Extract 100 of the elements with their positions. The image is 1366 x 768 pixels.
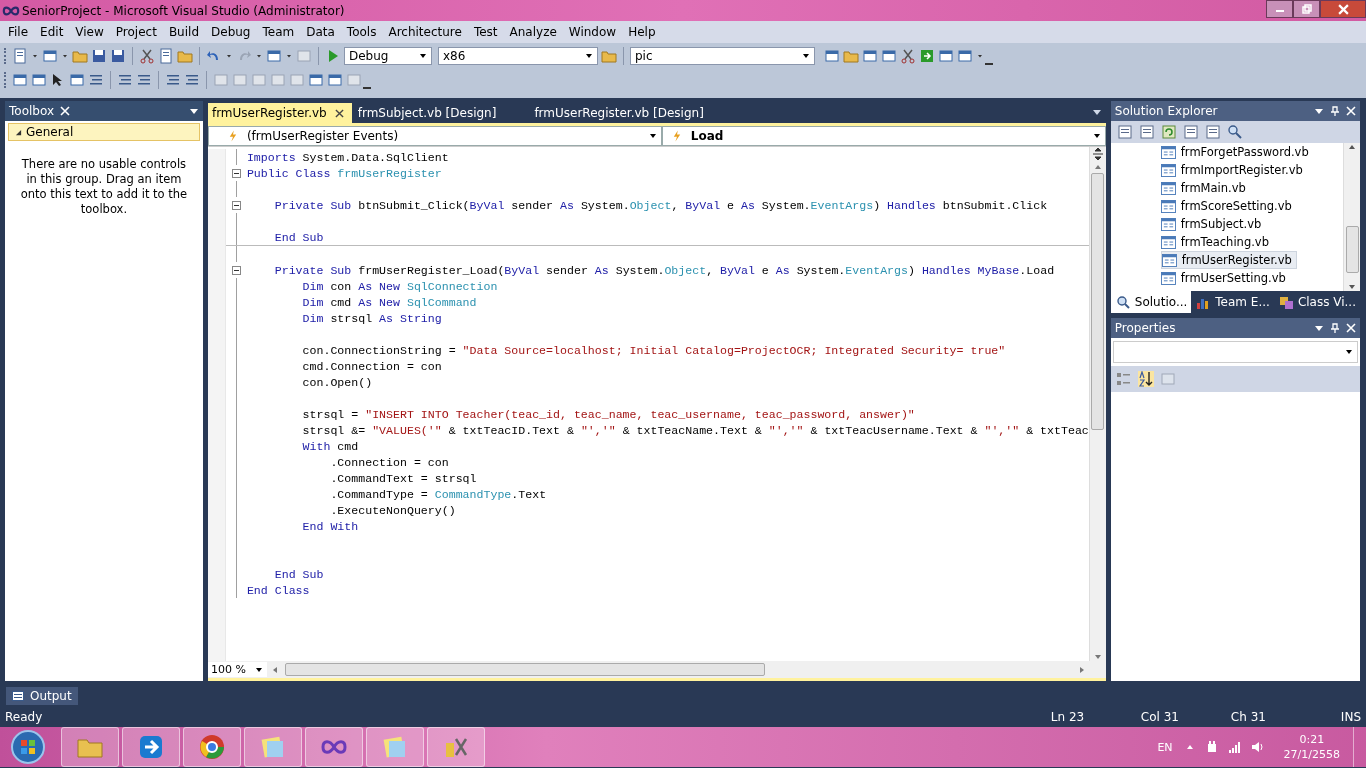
expander-icon[interactable]	[15, 128, 22, 136]
pin-icon[interactable]	[1330, 106, 1340, 116]
find-combobox[interactable]: pic	[630, 47, 815, 65]
code-line: End Sub	[273, 567, 324, 581]
panel-tab[interactable]: Team E...	[1191, 291, 1274, 313]
speaker-icon[interactable]	[1250, 740, 1265, 754]
start-button[interactable]	[10, 729, 46, 765]
menu-item[interactable]: File	[2, 25, 35, 39]
menu-item[interactable]: Analyze	[503, 25, 563, 39]
arrow-box-icon[interactable]	[919, 48, 935, 64]
code-line: con.Open()	[301, 375, 373, 389]
window-icon[interactable]	[31, 72, 47, 88]
code-line: Imports System.Data.SqlClient	[246, 150, 449, 164]
scroll-down-arrow[interactable]	[1093, 653, 1102, 661]
solution-file-entry[interactable]: frmTeaching.vb	[1160, 233, 1273, 251]
list-icon[interactable]	[88, 72, 104, 88]
solution-file-entry[interactable]: frmUserSetting.vb	[1160, 269, 1290, 287]
class-dropdown[interactable]: (frmUserRegister Events)	[207, 126, 662, 146]
solution-file-entry[interactable]: frmScoreSetting.vb	[1160, 197, 1296, 215]
menu-item[interactable]: View	[69, 25, 110, 39]
collapse-icon[interactable]	[231, 168, 241, 178]
window-icon[interactable]	[1182, 124, 1199, 140]
window-icon[interactable]	[938, 48, 954, 64]
panel-tab[interactable]: Solutio...	[1110, 291, 1192, 313]
solution-file-entry[interactable]: frmUserRegister.vb	[1160, 251, 1297, 269]
signal-bars-icon[interactable]	[1227, 740, 1242, 754]
up-arrow-icon[interactable]	[1185, 743, 1194, 751]
code-line: End With	[301, 519, 359, 533]
refresh-icon[interactable]	[1160, 124, 1177, 140]
taskbar-app-button[interactable]	[427, 727, 485, 767]
lightning-icon	[228, 130, 237, 142]
menu-item[interactable]: Build	[162, 25, 205, 39]
menu-item[interactable]: Window	[562, 25, 623, 39]
code-line: Dim cmd As New SqlCommand	[301, 295, 477, 309]
caret-icon[interactable]	[1314, 106, 1324, 116]
class-icon	[1277, 294, 1294, 310]
menu-item[interactable]: Architecture	[382, 25, 468, 39]
collapse-icon[interactable]	[231, 265, 241, 275]
code-line: .CommandType = CommandType.Text	[329, 487, 547, 501]
status-text: Ready	[5, 710, 43, 724]
caret-icon[interactable]	[1314, 323, 1324, 333]
solution-file-entry[interactable]: frmForgetPassword.vb	[1160, 143, 1313, 161]
form-file-icon	[1160, 217, 1176, 231]
clock[interactable]: 0:21 27/1/2558	[1283, 732, 1340, 762]
method-dropdown[interactable]: Load	[661, 126, 1106, 146]
menu-item[interactable]: Team	[256, 25, 301, 39]
document-tab[interactable]: frmSubject.vb [Design]	[353, 103, 505, 123]
form-file-icon	[1161, 253, 1177, 267]
menu-item[interactable]: Data	[300, 25, 341, 39]
restore-button[interactable]	[1293, 0, 1320, 18]
window-icon[interactable]	[1204, 124, 1221, 140]
toolbox-group[interactable]: General	[8, 123, 200, 141]
new-project-icon[interactable]	[12, 48, 28, 64]
menu-item[interactable]: Test	[467, 25, 504, 39]
code-line: strsql &= "VALUES('" & txtTeacID.Text & "','" & txtTeacName.Text & "','" & txtTeacUsername.Text & "','" & txtTeac	[301, 423, 1089, 437]
menu-item[interactable]: Tools	[340, 25, 383, 39]
window-icon[interactable]	[881, 48, 897, 64]
code-line: strsql = "INSERT INTO Teacher(teac_id, teac_name, teac_username, teac_password, answer)"	[301, 407, 915, 421]
menu-item[interactable]: Project	[109, 25, 163, 39]
scrollbar-thumb[interactable]	[1091, 173, 1105, 430]
solution-file-entry[interactable]: frmSubject.vb	[1160, 215, 1266, 233]
panel-tab[interactable]: Class Vi...	[1273, 291, 1360, 313]
menu-item[interactable]: Edit	[34, 25, 70, 39]
output-tab[interactable]: Output	[6, 687, 78, 705]
solution-file-entry[interactable]: frmMain.vb	[1160, 179, 1250, 197]
caret-icon[interactable]	[188, 106, 199, 116]
menu-item[interactable]: Help	[622, 25, 662, 39]
pin-icon[interactable]	[1330, 323, 1340, 333]
document-tab[interactable]: frmUserRegister.vb [Design]	[506, 103, 712, 123]
code-line: cmd.Connection = con	[301, 359, 442, 373]
scroll-up-arrow[interactable]	[1093, 163, 1102, 171]
platform-dropdown[interactable]: x86	[438, 47, 598, 65]
minimize-button[interactable]	[1266, 0, 1293, 18]
taskbar-app-button[interactable]	[305, 727, 363, 767]
split-handle-icon[interactable]	[1091, 147, 1104, 161]
sort-alphabetical-icon[interactable]	[1137, 371, 1154, 387]
scroll-right-arrow[interactable]	[1077, 665, 1086, 674]
scrollbar-thumb[interactable]	[284, 663, 765, 676]
window-icon[interactable]	[1116, 124, 1133, 140]
collapse-icon[interactable]	[231, 200, 241, 210]
code-line: Public Class frmUserRegister	[246, 166, 442, 180]
scroll-up-arrow[interactable]	[1348, 143, 1356, 151]
close-icon[interactable]	[334, 108, 344, 118]
close-button[interactable]	[1320, 0, 1366, 18]
zoom-dropdown[interactable]: 100 %	[207, 662, 267, 677]
configuration-dropdown[interactable]: Debug	[344, 47, 432, 65]
taskbar-app-button[interactable]	[122, 727, 180, 767]
categorized-icon[interactable]	[1115, 371, 1132, 387]
code-line: With cmd	[301, 439, 359, 453]
solution-file-entry[interactable]: frmImportRegister.vb	[1160, 161, 1307, 179]
scrollbar-thumb[interactable]	[1345, 226, 1359, 273]
window-icon[interactable]	[862, 48, 878, 64]
language-indicator[interactable]: EN	[1157, 740, 1173, 754]
taskbar-app-button[interactable]	[183, 727, 241, 767]
scroll-down-arrow[interactable]	[1348, 283, 1356, 291]
caret-icon[interactable]	[1091, 107, 1102, 117]
scissors-icon[interactable]	[139, 48, 155, 64]
document-tab[interactable]: frmUserRegister.vb	[207, 103, 352, 123]
window-icon[interactable]	[12, 72, 28, 88]
menu-item[interactable]: Debug	[205, 25, 257, 39]
